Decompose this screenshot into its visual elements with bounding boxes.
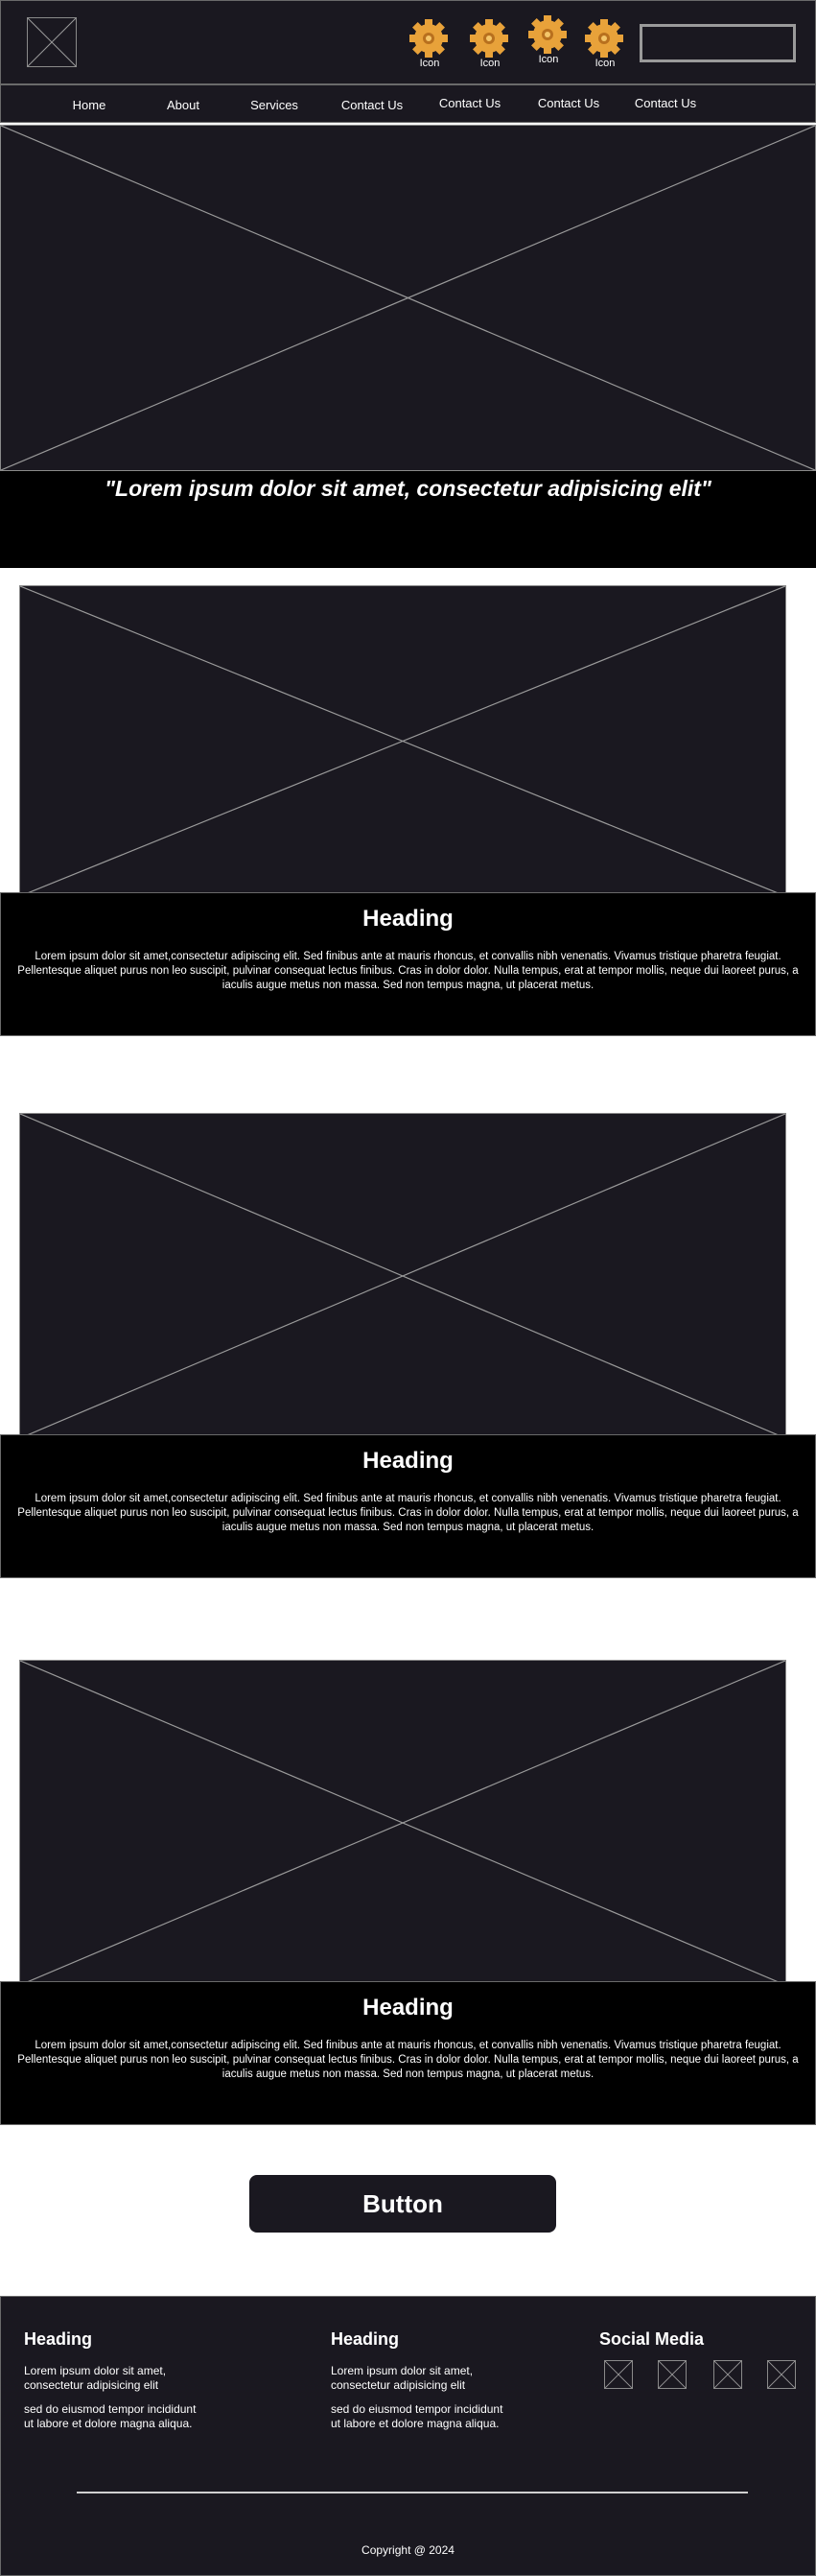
section-1-heading: Heading [362, 906, 454, 932]
search-input[interactable] [640, 24, 796, 62]
social-media-heading: Social Media [599, 2329, 705, 2349]
gear-icon [585, 19, 623, 58]
footer-col-2-line-4: ut labore et dolore magna aliqua. [331, 2417, 500, 2430]
section-3-text: Lorem ipsum dolor sit amet,consectetur a… [17, 2040, 799, 2080]
header-icon-4[interactable]: Icon [581, 17, 629, 69]
social-link-4[interactable] [767, 2360, 796, 2389]
gear-icon [470, 19, 508, 58]
image-placeholder-icon [20, 1661, 785, 1985]
section-2-text: Lorem ipsum dolor sit amet,consectetur a… [17, 1493, 799, 1533]
logo-image-icon [27, 17, 77, 67]
header-icon-2[interactable]: Icon [466, 17, 514, 69]
nav-item-about[interactable]: About [167, 98, 199, 112]
footer-divider [77, 2492, 748, 2493]
main-button[interactable]: Button [249, 2175, 556, 2233]
social-image-icon [605, 2361, 632, 2388]
footer-col-2-line-2: consectetur adipisicing elit [331, 2378, 466, 2392]
image-placeholder-icon [1, 126, 815, 470]
nav-item-services[interactable]: Services [250, 98, 298, 112]
social-link-1[interactable] [604, 2360, 633, 2389]
footer-col-1-line-2: consectetur adipisicing elit [24, 2378, 159, 2392]
social-link-3[interactable] [713, 2360, 742, 2389]
social-link-2[interactable] [658, 2360, 687, 2389]
section-1-image-placeholder [19, 585, 786, 897]
header-icon-3[interactable]: Icon [525, 13, 572, 65]
footer-col-1-line-4: ut labore et dolore magna aliqua. [24, 2417, 193, 2430]
section-1-text: Lorem ipsum dolor sit amet,consectetur a… [17, 951, 799, 991]
logo-placeholder[interactable] [27, 17, 77, 67]
header-icon-1[interactable]: Icon [406, 17, 454, 69]
icon-label: Icon [538, 54, 559, 65]
nav-item-contact-4[interactable]: Contact Us [635, 96, 696, 110]
gear-icon [409, 19, 448, 58]
icon-label: Icon [419, 58, 440, 69]
nav-item-contact-3[interactable]: Contact Us [538, 96, 599, 110]
social-image-icon [659, 2361, 686, 2388]
nav-item-contact-2[interactable]: Contact Us [439, 96, 501, 110]
footer-col-2-heading: Heading [331, 2329, 400, 2349]
footer-col-2-line-1: Lorem ipsum dolor sit amet, [331, 2364, 474, 2377]
footer-col-1-line-3: sed do eiusmod tempor incididunt [24, 2402, 197, 2416]
section-2-heading: Heading [362, 1448, 454, 1474]
icon-label: Icon [479, 58, 501, 69]
social-image-icon [768, 2361, 795, 2388]
image-placeholder-icon [20, 586, 785, 896]
gear-icon [528, 15, 567, 54]
footer-col-2-line-3: sed do eiusmod tempor incididunt [331, 2402, 503, 2416]
nav-item-home[interactable]: Home [73, 98, 106, 112]
nav-item-contact-1[interactable]: Contact Us [341, 98, 403, 112]
hero-image-placeholder [0, 125, 816, 471]
button-label: Button [362, 2188, 443, 2218]
footer-col-1-heading: Heading [24, 2329, 93, 2349]
section-3-heading: Heading [362, 1995, 454, 2021]
footer-col-1-line-1: Lorem ipsum dolor sit amet, [24, 2364, 167, 2377]
section-3-image-placeholder [19, 1660, 786, 1986]
social-image-icon [714, 2361, 741, 2388]
icon-label: Icon [595, 58, 616, 69]
section-2-image-placeholder [19, 1113, 786, 1439]
image-placeholder-icon [20, 1114, 785, 1438]
copyright-text: Copyright @ 2024 [361, 2543, 455, 2557]
hero-quote: "Lorem ipsum dolor sit amet, consectetur… [105, 476, 711, 501]
